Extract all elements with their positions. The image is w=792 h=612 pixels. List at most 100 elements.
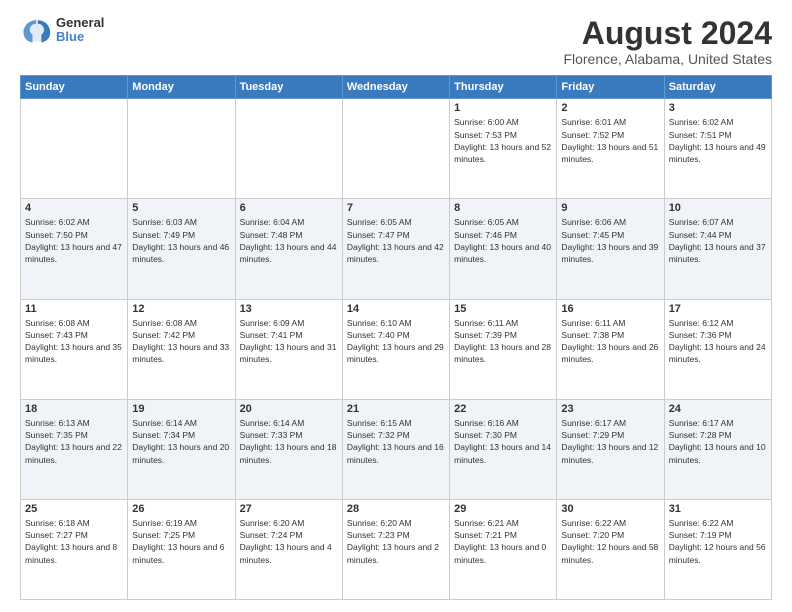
table-row: 21 Sunrise: 6:15 AMSunset: 7:32 PMDayligh… <box>342 399 449 499</box>
col-saturday: Saturday <box>664 76 771 99</box>
day-info: Sunrise: 6:21 AMSunset: 7:21 PMDaylight:… <box>454 517 552 566</box>
day-number: 30 <box>561 503 659 515</box>
table-row <box>128 99 235 199</box>
day-number: 28 <box>347 503 445 515</box>
logo-general-text: General <box>56 16 104 30</box>
day-number: 6 <box>240 202 338 214</box>
day-info: Sunrise: 6:02 AMSunset: 7:50 PMDaylight:… <box>25 216 123 265</box>
day-number: 17 <box>669 303 767 315</box>
table-row: 18 Sunrise: 6:13 AMSunset: 7:35 PMDayligh… <box>21 399 128 499</box>
table-row: 7 Sunrise: 6:05 AMSunset: 7:47 PMDaylight… <box>342 199 449 299</box>
subtitle: Florence, Alabama, United States <box>563 51 772 67</box>
table-row <box>21 99 128 199</box>
day-info: Sunrise: 6:14 AMSunset: 7:34 PMDaylight:… <box>132 417 230 466</box>
day-info: Sunrise: 6:16 AMSunset: 7:30 PMDaylight:… <box>454 417 552 466</box>
col-friday: Friday <box>557 76 664 99</box>
day-info: Sunrise: 6:06 AMSunset: 7:45 PMDaylight:… <box>561 216 659 265</box>
header: General Blue August 2024 Florence, Alaba… <box>20 16 772 67</box>
main-title: August 2024 <box>563 16 772 51</box>
table-row: 6 Sunrise: 6:04 AMSunset: 7:48 PMDaylight… <box>235 199 342 299</box>
day-number: 25 <box>25 503 123 515</box>
page: General Blue August 2024 Florence, Alaba… <box>0 0 792 612</box>
day-info: Sunrise: 6:19 AMSunset: 7:25 PMDaylight:… <box>132 517 230 566</box>
day-number: 3 <box>669 102 767 114</box>
calendar-table: Sunday Monday Tuesday Wednesday Thursday… <box>20 75 772 600</box>
day-info: Sunrise: 6:00 AMSunset: 7:53 PMDaylight:… <box>454 116 552 165</box>
day-number: 19 <box>132 403 230 415</box>
day-number: 1 <box>454 102 552 114</box>
table-row: 11 Sunrise: 6:08 AMSunset: 7:43 PMDayligh… <box>21 299 128 399</box>
table-row: 1 Sunrise: 6:00 AMSunset: 7:53 PMDaylight… <box>450 99 557 199</box>
table-row: 22Sunrise: 6:16 AMSunset: 7:30 PMDayligh… <box>450 399 557 499</box>
day-info: Sunrise: 6:13 AMSunset: 7:35 PMDaylight:… <box>25 417 123 466</box>
day-number: 18 <box>25 403 123 415</box>
table-row: 29 Sunrise: 6:21 AMSunset: 7:21 PMDayligh… <box>450 499 557 599</box>
day-info: Sunrise: 6:15 AMSunset: 7:32 PMDaylight:… <box>347 417 445 466</box>
table-row: 20 Sunrise: 6:14 AMSunset: 7:33 PMDayligh… <box>235 399 342 499</box>
day-info: Sunrise: 6:20 AMSunset: 7:24 PMDaylight:… <box>240 517 338 566</box>
table-row: 8 Sunrise: 6:05 AMSunset: 7:46 PMDaylight… <box>450 199 557 299</box>
day-number: 7 <box>347 202 445 214</box>
day-number: 10 <box>669 202 767 214</box>
day-info: Sunrise: 6:11 AMSunset: 7:39 PMDaylight:… <box>454 317 552 366</box>
day-info: Sunrise: 6:08 AMSunset: 7:43 PMDaylight:… <box>25 317 123 366</box>
day-info: Sunrise: 6:03 AMSunset: 7:49 PMDaylight:… <box>132 216 230 265</box>
day-number: 24 <box>669 403 767 415</box>
table-row: 16Sunrise: 6:11 AMSunset: 7:38 PMDayligh… <box>557 299 664 399</box>
col-monday: Monday <box>128 76 235 99</box>
day-number: 5 <box>132 202 230 214</box>
day-number: 23 <box>561 403 659 415</box>
day-info: Sunrise: 6:12 AMSunset: 7:36 PMDaylight:… <box>669 317 767 366</box>
day-number: 21 <box>347 403 445 415</box>
day-number: 31 <box>669 503 767 515</box>
day-number: 16 <box>561 303 659 315</box>
day-number: 14 <box>347 303 445 315</box>
day-info: Sunrise: 6:02 AMSunset: 7:51 PMDaylight:… <box>669 116 767 165</box>
table-row <box>235 99 342 199</box>
day-number: 26 <box>132 503 230 515</box>
table-row: 14 Sunrise: 6:10 AMSunset: 7:40 PMDayligh… <box>342 299 449 399</box>
table-row: 31Sunrise: 6:22 AMSunset: 7:19 PMDayligh… <box>664 499 771 599</box>
table-row: 24 Sunrise: 6:17 AMSunset: 7:28 PMDayligh… <box>664 399 771 499</box>
table-row: 12Sunrise: 6:08 AMSunset: 7:42 PMDayligh… <box>128 299 235 399</box>
day-info: Sunrise: 6:10 AMSunset: 7:40 PMDaylight:… <box>347 317 445 366</box>
table-row: 15 Sunrise: 6:11 AMSunset: 7:39 PMDayligh… <box>450 299 557 399</box>
col-wednesday: Wednesday <box>342 76 449 99</box>
day-info: Sunrise: 6:09 AMSunset: 7:41 PMDaylight:… <box>240 317 338 366</box>
day-info: Sunrise: 6:05 AMSunset: 7:47 PMDaylight:… <box>347 216 445 265</box>
logo-icon <box>20 16 52 44</box>
day-number: 9 <box>561 202 659 214</box>
day-info: Sunrise: 6:08 AMSunset: 7:42 PMDaylight:… <box>132 317 230 366</box>
day-info: Sunrise: 6:01 AMSunset: 7:52 PMDaylight:… <box>561 116 659 165</box>
day-info: Sunrise: 6:04 AMSunset: 7:48 PMDaylight:… <box>240 216 338 265</box>
col-sunday: Sunday <box>21 76 128 99</box>
day-number: 20 <box>240 403 338 415</box>
day-number: 15 <box>454 303 552 315</box>
header-row: Sunday Monday Tuesday Wednesday Thursday… <box>21 76 772 99</box>
table-row: 25Sunrise: 6:18 AMSunset: 7:27 PMDayligh… <box>21 499 128 599</box>
col-tuesday: Tuesday <box>235 76 342 99</box>
day-info: Sunrise: 6:17 AMSunset: 7:28 PMDaylight:… <box>669 417 767 466</box>
table-row: 9 Sunrise: 6:06 AMSunset: 7:45 PMDaylight… <box>557 199 664 299</box>
table-row: 13 Sunrise: 6:09 AMSunset: 7:41 PMDayligh… <box>235 299 342 399</box>
table-row: 5 Sunrise: 6:03 AMSunset: 7:49 PMDaylight… <box>128 199 235 299</box>
table-row: 23Sunrise: 6:17 AMSunset: 7:29 PMDayligh… <box>557 399 664 499</box>
day-number: 29 <box>454 503 552 515</box>
day-number: 8 <box>454 202 552 214</box>
day-number: 27 <box>240 503 338 515</box>
logo: General Blue <box>20 16 104 45</box>
day-info: Sunrise: 6:22 AMSunset: 7:20 PMDaylight:… <box>561 517 659 566</box>
table-row: 3 Sunrise: 6:02 AMSunset: 7:51 PMDaylight… <box>664 99 771 199</box>
day-info: Sunrise: 6:05 AMSunset: 7:46 PMDaylight:… <box>454 216 552 265</box>
day-info: Sunrise: 6:14 AMSunset: 7:33 PMDaylight:… <box>240 417 338 466</box>
day-number: 2 <box>561 102 659 114</box>
day-info: Sunrise: 6:07 AMSunset: 7:44 PMDaylight:… <box>669 216 767 265</box>
day-number: 13 <box>240 303 338 315</box>
table-row: 26 Sunrise: 6:19 AMSunset: 7:25 PMDayligh… <box>128 499 235 599</box>
table-row: 4Sunrise: 6:02 AMSunset: 7:50 PMDaylight… <box>21 199 128 299</box>
table-row: 28Sunrise: 6:20 AMSunset: 7:23 PMDayligh… <box>342 499 449 599</box>
table-row: 17 Sunrise: 6:12 AMSunset: 7:36 PMDayligh… <box>664 299 771 399</box>
col-thursday: Thursday <box>450 76 557 99</box>
day-number: 11 <box>25 303 123 315</box>
title-block: August 2024 Florence, Alabama, United St… <box>563 16 772 67</box>
